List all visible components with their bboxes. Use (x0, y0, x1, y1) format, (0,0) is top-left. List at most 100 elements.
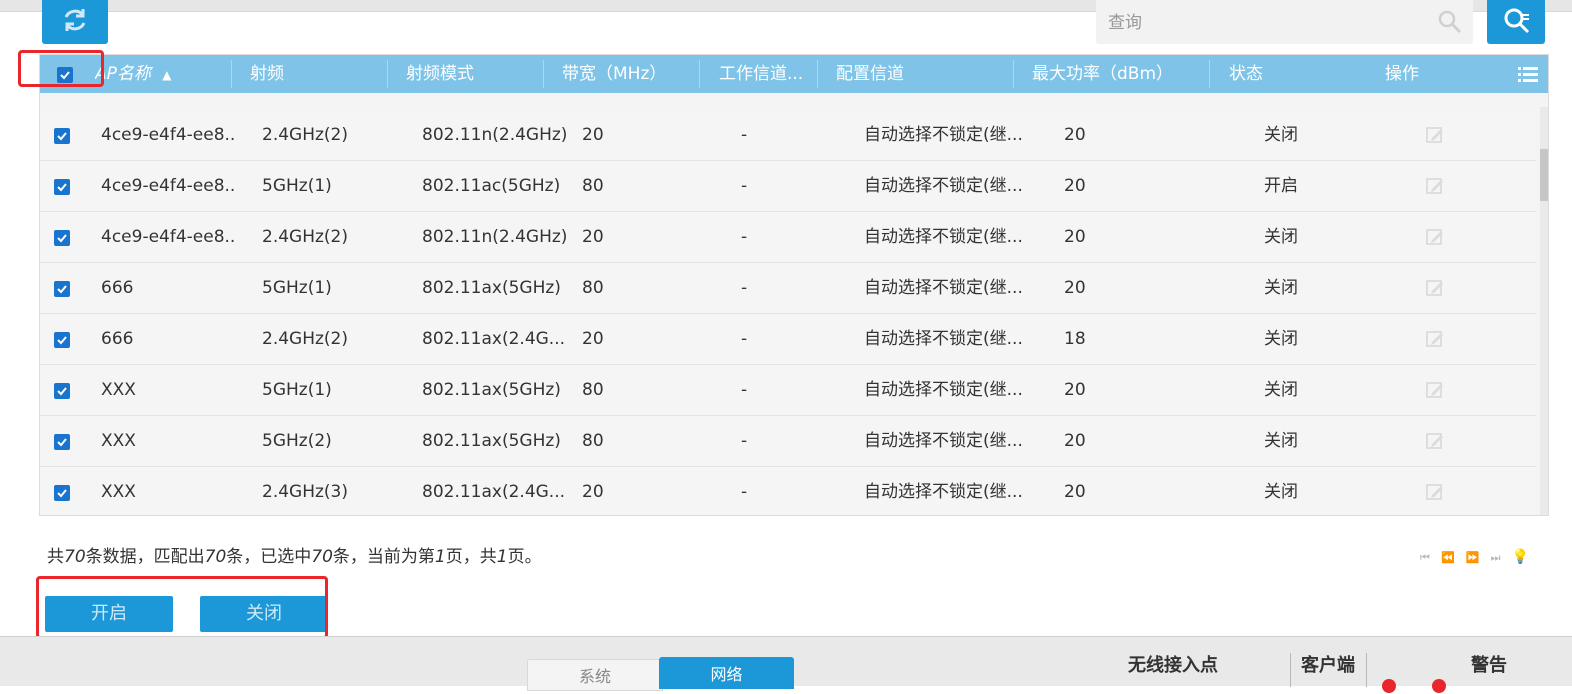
column-divider[interactable] (817, 60, 818, 88)
next-page-icon[interactable]: ⏩ (1466, 551, 1480, 564)
row-checkbox[interactable] (54, 383, 70, 399)
header-config-channel[interactable]: 配置信道 (836, 55, 1006, 93)
search-filter-icon (1504, 8, 1530, 34)
tab-network[interactable]: 网络 (659, 657, 794, 689)
cell-radio-mode: 802.11n(2.4GHz) (422, 227, 567, 247)
summary-pages: 1 (496, 547, 508, 567)
summary-total: 70 (64, 547, 86, 567)
edit-icon[interactable] (1426, 483, 1444, 506)
header-status[interactable]: 状态 (1229, 55, 1349, 93)
row-checkbox[interactable] (54, 485, 70, 501)
cell-radio: 5GHz(1) (262, 176, 332, 196)
cell-radio: 5GHz(1) (262, 278, 332, 298)
cell-radio: 5GHz(1) (262, 380, 332, 400)
prev-page-icon[interactable]: ⏪ (1441, 551, 1455, 564)
summary-page: 1 (434, 547, 446, 567)
table-row[interactable]: 666 5GHz(1) 802.11ax(5GHz) 80 - 自动选择不锁定(继... 2… (40, 263, 1536, 314)
table-row[interactable]: 666 2.4GHz(2) 802.11ax(2.4G... 20 - 自动选择不锁定(继… (40, 314, 1536, 365)
edit-icon[interactable] (1426, 432, 1444, 455)
edit-icon[interactable] (1426, 126, 1444, 149)
header-work-channel[interactable]: 工作信道... (719, 55, 817, 93)
scrollbar-thumb[interactable] (1540, 149, 1548, 201)
tab-system[interactable]: 系统 (527, 659, 663, 691)
summary-text: 条，当前为第 (332, 547, 435, 567)
cell-work-channel: - (741, 380, 748, 400)
refresh-button[interactable] (42, 0, 108, 44)
table-row[interactable]: XXX 5GHz(1) 802.11ax(5GHz) 80 - 自动选择不锁定(继... 2… (40, 365, 1536, 416)
cell-status: 关闭 (1264, 482, 1298, 502)
table-row[interactable]: 4ce9-e4f4-ee8... 5GHz(1) 802.11ac(5GHz) 80 -… (40, 161, 1536, 212)
edit-icon[interactable] (1426, 228, 1444, 251)
header-radio[interactable]: 射频 (250, 55, 380, 93)
cell-work-channel: - (741, 278, 748, 298)
check-icon (57, 132, 67, 141)
cell-radio-mode: 802.11ax(5GHz) (422, 380, 561, 400)
cell-radio-mode: 802.11n(2.4GHz) (422, 125, 567, 145)
stat-client: 客户端 (1301, 655, 1355, 676)
row-checkbox[interactable] (54, 128, 70, 144)
search-button[interactable] (1487, 0, 1545, 44)
column-divider[interactable] (1209, 60, 1210, 88)
table-row[interactable]: XXX 2.4GHz(3) 802.11ax(2.4G... 20 - 自动选择不锁定(继… (40, 467, 1536, 515)
column-menu-button[interactable] (1518, 66, 1538, 89)
cell-ap-name: XXX (101, 431, 136, 451)
header-bandwidth[interactable]: 带宽（MHz） (562, 55, 692, 93)
cell-status: 关闭 (1264, 278, 1298, 298)
header-ap-name[interactable]: AP名称 ▲ (95, 55, 205, 93)
cell-config-channel: 自动选择不锁定(继... (864, 278, 1023, 298)
first-page-icon[interactable]: ⏮ (1420, 551, 1430, 565)
column-divider[interactable] (387, 60, 388, 88)
cell-max-power: 20 (1064, 380, 1086, 400)
table-row[interactable]: XXX 5GHz(2) 802.11ax(5GHz) 80 - 自动选择不锁定(继... 2… (40, 416, 1536, 467)
cell-radio: 2.4GHz(2) (262, 227, 348, 247)
row-checkbox[interactable] (54, 434, 70, 450)
column-divider[interactable] (543, 60, 544, 88)
vertical-scrollbar[interactable] (1540, 107, 1548, 515)
table-row[interactable]: 4ce9-e4f4-ee8... 2.4GHz(2) 802.11n(2.4GHz)… (40, 110, 1536, 161)
search-input[interactable]: 查询 (1096, 0, 1473, 44)
last-page-icon[interactable]: ⏭ (1491, 551, 1501, 565)
column-divider[interactable] (699, 60, 700, 88)
edit-icon[interactable] (1426, 330, 1444, 353)
row-checkbox[interactable] (54, 179, 70, 195)
cell-ap-name: 4ce9-e4f4-ee8... (101, 227, 236, 247)
cell-work-channel: - (741, 125, 748, 145)
summary-text: 条数据，匹配出 (85, 547, 205, 567)
cell-work-channel: - (741, 227, 748, 247)
cell-ap-name: XXX (101, 482, 136, 502)
cell-radio-mode: 802.11ac(5GHz) (422, 176, 561, 196)
row-checkbox[interactable] (54, 281, 70, 297)
edit-icon[interactable] (1426, 381, 1444, 404)
alarm-major-dot (1432, 679, 1446, 693)
pagination: ⏮ ⏪ ⏩ ⏭ 💡 (1420, 546, 1535, 565)
cell-work-channel: - (741, 329, 748, 349)
cell-max-power: 20 (1064, 431, 1086, 451)
column-divider[interactable] (231, 60, 232, 88)
table-header: AP名称 ▲ 射频 射频模式 带宽（MHz） 工作信道... 配置信道 最大功率… (40, 55, 1548, 93)
edit-icon[interactable] (1426, 177, 1444, 200)
refresh-icon (64, 9, 86, 31)
cell-config-channel: 自动选择不锁定(继... (864, 329, 1023, 349)
cell-radio-mode: 802.11ax(5GHz) (422, 278, 561, 298)
cell-config-channel: 自动选择不锁定(继... (864, 380, 1023, 400)
cell-radio: 2.4GHz(3) (262, 482, 348, 502)
cell-config-channel: 自动选择不锁定(继... (864, 227, 1023, 247)
check-icon (57, 387, 67, 396)
cell-radio: 5GHz(2) (262, 431, 332, 451)
sort-asc-icon: ▲ (162, 68, 172, 82)
column-divider[interactable] (1013, 60, 1014, 88)
help-bulb-icon[interactable]: 💡 (1512, 549, 1529, 565)
cell-status: 关闭 (1264, 431, 1298, 451)
cell-ap-name: 4ce9-e4f4-ee8... (101, 176, 236, 196)
table-row[interactable]: 4ce9-e4f4-ee8... 2.4GHz(2) 802.11n(2.4GHz)… (40, 212, 1536, 263)
divider (1366, 653, 1367, 687)
cell-ap-name: 4ce9-e4f4-ee8... (101, 125, 236, 145)
divider (1290, 653, 1291, 687)
edit-icon[interactable] (1426, 279, 1444, 302)
row-checkbox[interactable] (54, 332, 70, 348)
stat-wireless-ap: 无线接入点 (1128, 655, 1218, 676)
summary-matched: 70 (204, 547, 227, 567)
row-checkbox[interactable] (54, 230, 70, 246)
header-max-power[interactable]: 最大功率（dBm） (1032, 55, 1202, 93)
header-radio-mode[interactable]: 射频模式 (406, 55, 536, 93)
